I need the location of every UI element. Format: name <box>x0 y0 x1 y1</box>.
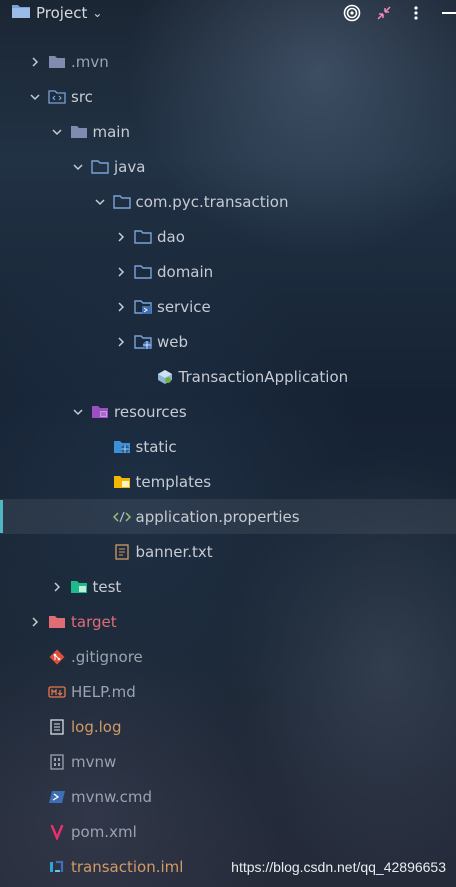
tree-node-label: mvnw.cmd <box>71 787 153 806</box>
chevron-right-icon[interactable] <box>28 615 42 629</box>
tree-node[interactable]: pom.xml <box>0 814 456 849</box>
chevron-right-icon[interactable] <box>50 580 64 594</box>
tree-node-label: src <box>71 87 93 106</box>
tree-node-label: main <box>92 122 130 141</box>
tree-node-label: static <box>135 437 177 456</box>
chevron-right-icon[interactable] <box>114 335 128 349</box>
tree-node[interactable]: main <box>0 114 456 149</box>
tree-node-label: transaction.iml <box>71 857 184 876</box>
chevron-down-icon[interactable] <box>50 125 64 139</box>
tree-node-label: banner.txt <box>135 542 213 561</box>
tree-node[interactable]: mvnw <box>0 744 456 779</box>
tree-node-label: pom.xml <box>71 822 137 841</box>
tree-node[interactable]: mvnw.cmd <box>0 779 456 814</box>
resources-folder-icon <box>91 404 109 420</box>
tree-node[interactable]: static <box>0 429 456 464</box>
tree-node[interactable]: src <box>0 79 456 114</box>
tree-node-label: resources <box>114 402 187 421</box>
chevron-down-icon[interactable]: ⌄ <box>92 6 102 20</box>
tree-node[interactable]: templates <box>0 464 456 499</box>
tree-node[interactable]: dao <box>0 219 456 254</box>
package-icon <box>112 194 131 210</box>
folder-icon <box>11 3 31 23</box>
more-icon[interactable] <box>400 0 432 26</box>
maven-icon <box>48 824 66 840</box>
package-icon <box>134 229 152 245</box>
tree-node[interactable]: TransactionApplication <box>0 359 456 394</box>
tree-node[interactable]: .gitignore <box>0 639 456 674</box>
package-icon <box>134 264 152 280</box>
tree-node[interactable]: application.properties <box>0 499 456 534</box>
tree-node[interactable]: test <box>0 569 456 604</box>
tree-node[interactable]: banner.txt <box>0 534 456 569</box>
tree-node[interactable]: target <box>0 604 456 639</box>
web-folder-icon <box>113 439 131 455</box>
tree-node-label: domain <box>157 262 214 281</box>
tree-node-label: .mvn <box>71 52 109 71</box>
chevron-right-icon[interactable] <box>114 230 128 244</box>
tree-node[interactable]: resources <box>0 394 456 429</box>
project-view-title[interactable]: Project <box>36 4 87 22</box>
tree-node-label: java <box>114 157 146 176</box>
git-icon <box>48 649 66 665</box>
tree-node-label: templates <box>135 472 212 491</box>
tree-node[interactable]: log.log <box>0 709 456 744</box>
tree-node-label: mvnw <box>71 752 117 771</box>
source-folder-icon <box>48 89 66 105</box>
chevron-right-icon[interactable] <box>28 55 42 69</box>
folder-icon <box>70 124 88 140</box>
tree-node-label: application.properties <box>135 507 300 526</box>
tree-node[interactable]: HELP.md <box>0 674 456 709</box>
tree-node[interactable]: domain <box>0 254 456 289</box>
web-package-icon <box>134 334 152 350</box>
spring-boot-icon <box>156 369 174 385</box>
binary-file-icon <box>48 753 66 770</box>
tree-node-label: HELP.md <box>71 682 136 701</box>
target-icon[interactable] <box>336 0 368 26</box>
tree-node[interactable]: web <box>0 324 456 359</box>
collapse-icon[interactable] <box>368 0 400 26</box>
terminal-file-icon <box>48 789 66 805</box>
project-header: Project ⌄ <box>0 0 456 26</box>
tree-node-label: .gitignore <box>71 647 143 666</box>
chevron-down-icon[interactable] <box>28 90 42 104</box>
markdown-icon <box>48 684 66 700</box>
source-root-icon <box>91 159 109 175</box>
log-file-icon <box>48 718 66 735</box>
code-file-icon <box>112 509 131 525</box>
tree-node-label: dao <box>157 227 185 246</box>
tree-node[interactable]: java <box>0 149 456 184</box>
tree-node-label: log.log <box>71 717 122 736</box>
iml-file-icon <box>48 859 66 875</box>
tree-node[interactable]: .mvn <box>0 44 456 79</box>
service-package-icon <box>134 299 152 315</box>
chevron-down-icon[interactable] <box>71 160 85 174</box>
tree-node[interactable]: com.pyc.transaction <box>0 184 456 219</box>
minimize-icon[interactable] <box>432 0 456 26</box>
chevron-down-icon[interactable] <box>71 405 85 419</box>
tree-node-label: service <box>157 297 211 316</box>
test-folder-icon <box>70 579 88 595</box>
tree-node[interactable]: service <box>0 289 456 324</box>
templates-folder-icon <box>113 474 131 490</box>
tree-node-label: target <box>71 612 117 631</box>
text-file-icon <box>113 543 131 560</box>
tree-node-label: TransactionApplication <box>178 367 349 386</box>
chevron-right-icon[interactable] <box>114 300 128 314</box>
project-tree: .mvn src main java com.pyc.transaction dao dom… <box>0 44 456 884</box>
tree-node-label: web <box>157 332 189 351</box>
chevron-right-icon[interactable] <box>114 265 128 279</box>
chevron-down-icon[interactable] <box>93 195 107 209</box>
tree-node-label: test <box>92 577 122 596</box>
folder-icon <box>48 54 66 70</box>
tree-node-label: com.pyc.transaction <box>135 192 289 211</box>
watermark: https://blog.csdn.net/qq_42896653 <box>231 859 446 875</box>
excluded-folder-icon <box>48 614 66 630</box>
